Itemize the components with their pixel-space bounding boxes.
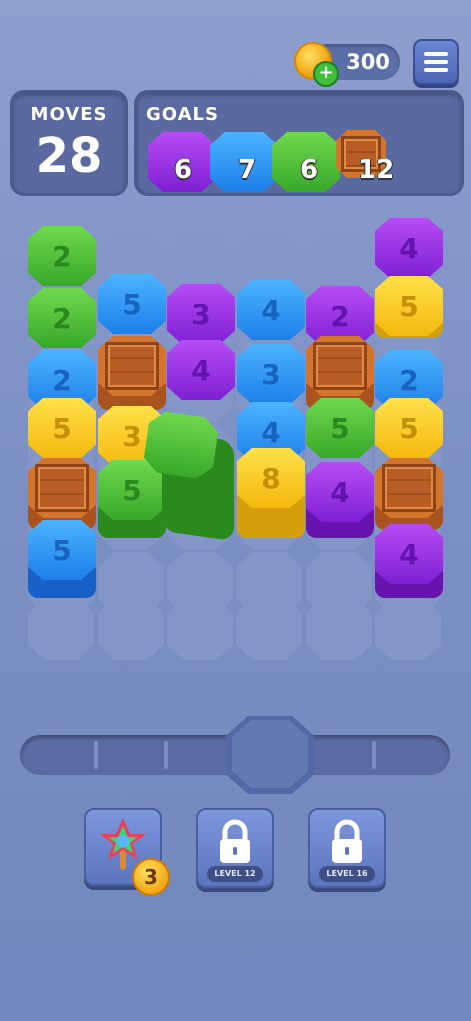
tile-count: 5 [122, 473, 142, 507]
tile-count: 4 [399, 231, 419, 265]
add-coins-button[interactable]: + [313, 61, 339, 87]
crate-icon [35, 464, 89, 512]
tile-count: 2 [52, 301, 72, 335]
tile-count: 4 [399, 537, 419, 571]
tile-count: 2 [399, 363, 419, 397]
menu-icon-bar [424, 68, 448, 72]
yellow-tile[interactable]: 5 [375, 276, 443, 336]
goal-purple-count: 6 [174, 155, 193, 185]
purple-tile[interactable]: 4 [375, 218, 443, 278]
goal-green-count: 6 [300, 155, 319, 185]
booster-unlock-label: LEVEL 16 [319, 866, 375, 882]
booster-locked-level16[interactable]: LEVEL 16 [308, 808, 386, 888]
purple-tile[interactable]: 4 [167, 340, 235, 400]
lock-icon [220, 819, 250, 863]
blue-tile[interactable]: 5 [28, 520, 96, 580]
tile-count: 2 [52, 363, 72, 397]
blue-tile[interactable]: 3 [237, 344, 305, 404]
tile-count: 4 [191, 353, 211, 387]
menu-button[interactable] [413, 39, 459, 85]
board-empty-cell[interactable] [167, 598, 233, 660]
menu-icon [424, 52, 448, 56]
slider-tick [164, 741, 168, 769]
purple-tile[interactable]: 4 [306, 462, 374, 522]
crate-tile[interactable] [375, 458, 443, 518]
crate-tile[interactable] [28, 458, 96, 518]
tile-count: 5 [399, 289, 419, 323]
slider-knob-face [232, 720, 308, 788]
slider-tick [94, 741, 98, 769]
board-empty-cell[interactable] [375, 598, 441, 660]
yellow-tile[interactable]: 5 [375, 398, 443, 458]
green-tile[interactable]: 2 [28, 288, 96, 348]
goal-crate-count: 12 [358, 155, 395, 185]
slider-tick [372, 741, 376, 769]
crate-tile[interactable] [98, 336, 166, 396]
tile-count: 5 [399, 411, 419, 445]
yellow-tile[interactable]: 8 [237, 448, 305, 508]
crate-icon [105, 342, 159, 390]
blue-tile[interactable]: 5 [98, 274, 166, 334]
purple-tile[interactable]: 3 [167, 284, 235, 344]
purple-tile[interactable]: 4 [375, 524, 443, 584]
green-tile[interactable]: 2 [28, 226, 96, 286]
tile-count: 4 [261, 293, 281, 327]
tile-count: 3 [261, 357, 281, 391]
crate-tile[interactable] [306, 336, 374, 396]
tile-count: 5 [52, 411, 72, 445]
tile-count: 4 [261, 415, 281, 449]
goals-label: GOALS [146, 104, 219, 125]
tile-count: 3 [122, 419, 142, 453]
board-empty-cell[interactable] [98, 598, 164, 660]
booster-count-badge: 3 [132, 858, 170, 896]
lock-icon [332, 819, 362, 863]
green-tile[interactable]: 5 [306, 398, 374, 458]
moves-count: 28 [35, 128, 103, 184]
board-empty-cell[interactable] [236, 598, 302, 660]
tile-count: 5 [330, 411, 350, 445]
yellow-tile[interactable]: 5 [28, 398, 96, 458]
tile-count: 5 [122, 287, 142, 321]
booster-unlock-label: LEVEL 12 [207, 866, 263, 882]
crate-icon [313, 342, 367, 390]
tile-count: 2 [52, 239, 72, 273]
tile-count: 8 [261, 461, 281, 495]
coin-count: 300 [346, 50, 390, 74]
tile-count: 4 [330, 475, 350, 509]
tile-count: 5 [52, 533, 72, 567]
board-empty-cell[interactable] [306, 232, 372, 294]
tile-count: 2 [330, 299, 350, 333]
menu-icon-bar [424, 60, 448, 64]
booster-locked-level12[interactable]: LEVEL 12 [196, 808, 274, 888]
crate-icon [382, 464, 436, 512]
moves-label: MOVES [30, 104, 108, 125]
blue-tile[interactable]: 4 [237, 280, 305, 340]
goal-blue-count: 7 [238, 155, 257, 185]
board-empty-cell[interactable] [306, 598, 372, 660]
board-empty-cell[interactable] [28, 598, 94, 660]
tile-count: 3 [191, 297, 211, 331]
